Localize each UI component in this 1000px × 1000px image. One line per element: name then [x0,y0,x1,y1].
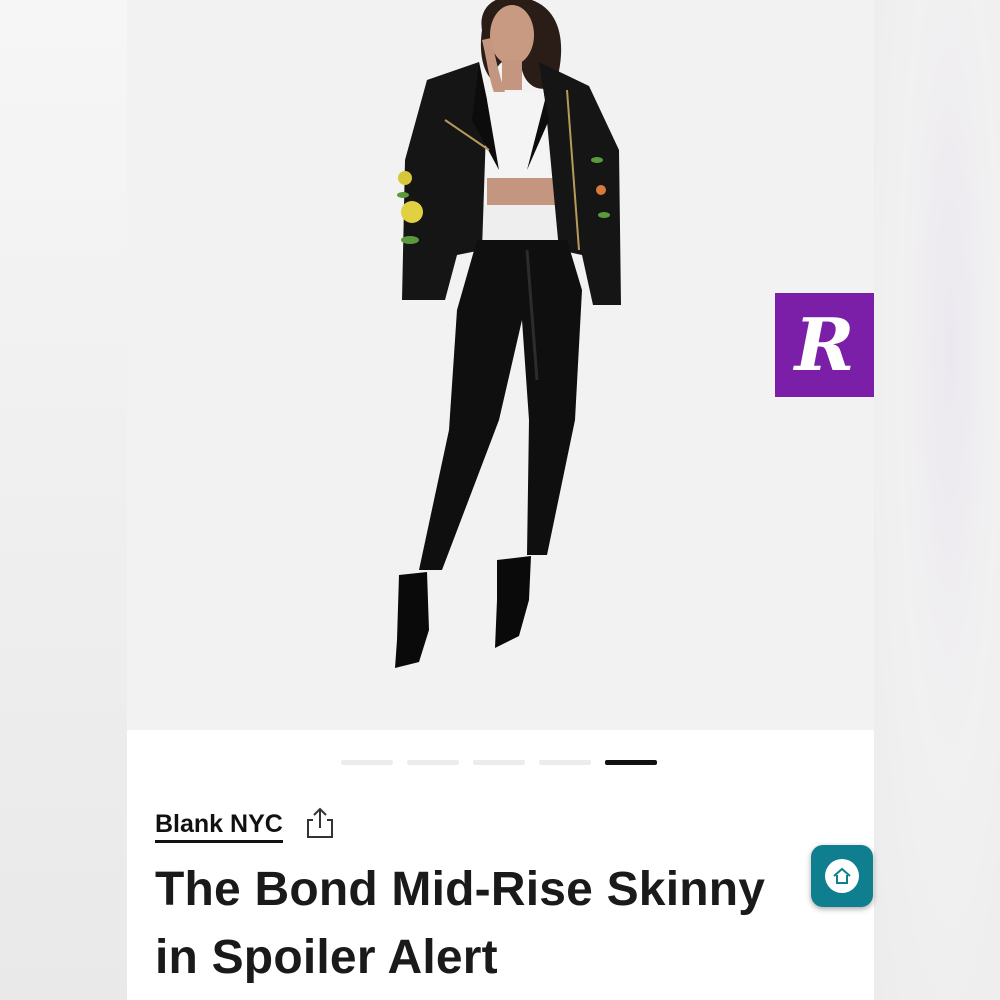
right-blurred-margin [874,0,1000,1000]
carousel-dot[interactable] [407,760,459,765]
brand-row: Blank NYC [155,806,335,845]
carousel-dot-active[interactable] [605,760,657,765]
product-image[interactable] [127,0,874,730]
brand-link[interactable]: Blank NYC [155,809,283,843]
product-title: The Bond Mid-Rise Skinny in Spoiler Aler… [155,856,855,992]
home-icon [833,867,851,884]
rakuten-extension-badge[interactable]: R [775,293,874,397]
home-floating-button[interactable] [811,845,873,907]
carousel-dot[interactable] [341,760,393,765]
carousel-dot[interactable] [473,760,525,765]
rakuten-logo-icon: R [794,302,855,387]
home-icon-circle [825,859,859,893]
product-title-line2: in Spoiler Alert [155,931,498,984]
share-icon [306,807,333,838]
carousel-indicator[interactable] [341,760,657,768]
carousel-dot[interactable] [539,760,591,765]
share-button[interactable] [283,806,335,845]
product-title-line1: The Bond Mid-Rise Skinny [155,863,766,916]
model-photo [395,0,621,668]
left-blurred-margin [0,0,127,1000]
app-screen: Blank NYC The Bond Mid-Rise Skinny in Sp… [127,0,874,1000]
